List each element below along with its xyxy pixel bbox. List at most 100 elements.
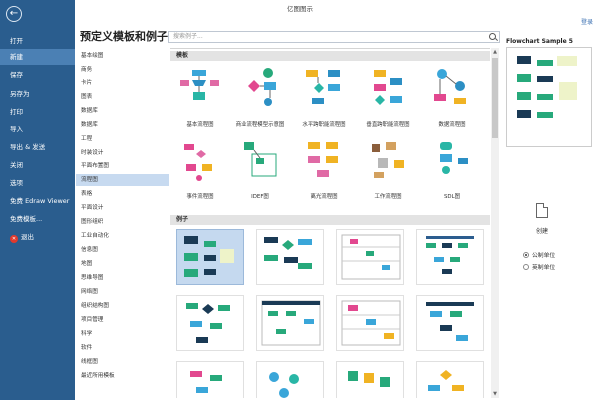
category-item[interactable]: 组织结构图: [76, 300, 169, 312]
template-label: 水平跨职能流程图: [302, 122, 346, 128]
create-label: 创建: [535, 228, 548, 235]
example-preview-image: [348, 371, 390, 387]
example-preview-image: [190, 371, 222, 393]
category-item[interactable]: 表格: [76, 188, 169, 200]
new-document-icon: [536, 203, 548, 218]
workflow-icon: [372, 142, 404, 178]
category-item[interactable]: 软件: [76, 342, 169, 354]
sidebar-item-export-send[interactable]: 导出 & 发送: [0, 139, 75, 155]
category-item[interactable]: 平面布置图: [76, 160, 169, 172]
create-button[interactable]: 创建: [527, 203, 557, 243]
section-header-templates: 模板: [170, 51, 490, 61]
example-preview-image: [186, 303, 230, 343]
horizontal-crossfunc-icon: [306, 70, 340, 104]
example-thumbnail[interactable]: [416, 229, 484, 285]
sidebar-item-options[interactable]: 选项: [0, 175, 75, 191]
category-item[interactable]: 项目管理: [76, 314, 169, 326]
example-thumbnail[interactable]: [176, 229, 244, 285]
category-item[interactable]: 基本绘图: [76, 50, 169, 62]
sidebar-item-new[interactable]: 新建: [0, 49, 75, 65]
radio-icon[interactable]: [523, 264, 529, 270]
template-horizontal-crossfunc[interactable]: 水平跨职能流程图: [294, 63, 354, 133]
example-thumbnail[interactable]: [416, 295, 484, 351]
light-flow-icon: [308, 142, 338, 177]
template-idef[interactable]: IDEF图: [230, 135, 290, 205]
example-preview-image: [426, 236, 474, 274]
event-flow-icon: [184, 144, 212, 181]
example-thumbnail[interactable]: [416, 361, 484, 398]
search-input[interactable]: 搜索例子...: [168, 31, 500, 43]
sidebar-item-save[interactable]: 保存: [0, 67, 75, 83]
scroll-thumb[interactable]: [492, 58, 498, 138]
template-label: 垂直跨职能流程图: [366, 122, 410, 128]
example-thumbnail[interactable]: [176, 295, 244, 351]
template-basic-flowchart[interactable]: 基本流程图: [170, 63, 230, 133]
template-workflow[interactable]: 工作流程图: [358, 135, 418, 205]
sidebar-item-open[interactable]: 打开: [0, 33, 75, 49]
sidebar-item-close[interactable]: 关闭: [0, 157, 75, 173]
example-thumbnail[interactable]: [336, 295, 404, 351]
template-label: 离光流程图: [310, 194, 338, 200]
idef-icon: [244, 142, 277, 177]
category-item[interactable]: 卡片: [76, 77, 169, 89]
sidebar-item-edraw-viewer[interactable]: 免费 Edraw Viewer: [0, 193, 75, 209]
vertical-crossfunc-icon: [374, 70, 402, 105]
category-item-flowchart[interactable]: 流程图: [76, 174, 169, 186]
example-thumbnail[interactable]: [176, 361, 244, 398]
template-label: SDL图: [444, 194, 460, 200]
example-preview-image: [261, 300, 321, 346]
category-item[interactable]: 商务: [76, 64, 169, 76]
category-item[interactable]: 数据库: [76, 105, 169, 117]
sidebar-item-free-templates[interactable]: 免费模板...: [0, 211, 75, 227]
template-light-flow[interactable]: 离光流程图: [294, 135, 354, 205]
sdl-icon: [440, 142, 468, 174]
category-item[interactable]: 图形组织: [76, 216, 169, 228]
category-item[interactable]: 信息图: [76, 244, 169, 256]
basic-flowchart-icon: [180, 70, 219, 100]
imperial-unit-option[interactable]: 英制单位: [523, 262, 555, 271]
category-item[interactable]: 工业自动化: [76, 230, 169, 242]
login-link[interactable]: 登录: [581, 17, 593, 26]
template-data-flow[interactable]: 数据流程图: [422, 63, 482, 133]
template-event-flow[interactable]: 事件流程图: [170, 135, 230, 205]
preview-flowchart-image: [517, 56, 577, 118]
data-flow-icon: [434, 69, 466, 104]
category-item[interactable]: 工程: [76, 133, 169, 145]
preview-image: [506, 47, 592, 147]
sidebar-item-exit[interactable]: ✕ 退出: [0, 229, 75, 245]
category-item[interactable]: 图表: [76, 91, 169, 103]
example-preview-image: [341, 300, 401, 346]
scroll-down-arrow-icon[interactable]: ▼: [491, 390, 499, 398]
example-thumbnail[interactable]: [256, 295, 324, 351]
sidebar-item-import[interactable]: 导入: [0, 121, 75, 137]
sidebar-item-save-as[interactable]: 另存为: [0, 86, 75, 102]
metric-unit-option[interactable]: 公制单位: [523, 250, 555, 259]
radio-selected-icon[interactable]: [523, 252, 529, 258]
category-item[interactable]: 时装设计: [76, 147, 169, 159]
business-process-icon: [248, 68, 276, 106]
template-sdl[interactable]: SDL图: [422, 135, 482, 205]
category-item[interactable]: 科学: [76, 328, 169, 340]
search-placeholder: 搜索例子...: [173, 33, 203, 40]
scroll-up-arrow-icon[interactable]: ▲: [491, 48, 499, 56]
example-thumbnail[interactable]: [336, 361, 404, 398]
sidebar-item-print[interactable]: 打印: [0, 104, 75, 120]
example-thumbnail[interactable]: [336, 229, 404, 285]
template-business-process[interactable]: 商业流程模型示意图: [230, 63, 290, 133]
category-item[interactable]: 数据库: [76, 119, 169, 131]
example-preview-image: [426, 302, 474, 341]
category-item[interactable]: 平面设计: [76, 202, 169, 214]
example-thumbnail[interactable]: [256, 229, 324, 285]
category-item[interactable]: 线框图: [76, 356, 169, 368]
gallery-scrollbar[interactable]: ▲ ▼: [491, 48, 499, 398]
app-window: ← 打开 新建 保存 另存为 打印 导入 导出 & 发送 关闭 选项 免费 Ed…: [0, 0, 600, 400]
category-item[interactable]: 地图: [76, 258, 169, 270]
sidebar: ← 打开 新建 保存 另存为 打印 导入 导出 & 发送 关闭 选项 免费 Ed…: [0, 0, 75, 400]
category-item[interactable]: 思维导图: [76, 272, 169, 284]
category-item[interactable]: 网络图: [76, 286, 169, 298]
template-vertical-crossfunc[interactable]: 垂直跨职能流程图: [358, 63, 418, 133]
search-icon[interactable]: [489, 33, 496, 40]
example-thumbnail[interactable]: [256, 361, 324, 398]
category-item[interactable]: 最近所用模板: [76, 370, 169, 382]
example-preview-image: [184, 236, 234, 277]
